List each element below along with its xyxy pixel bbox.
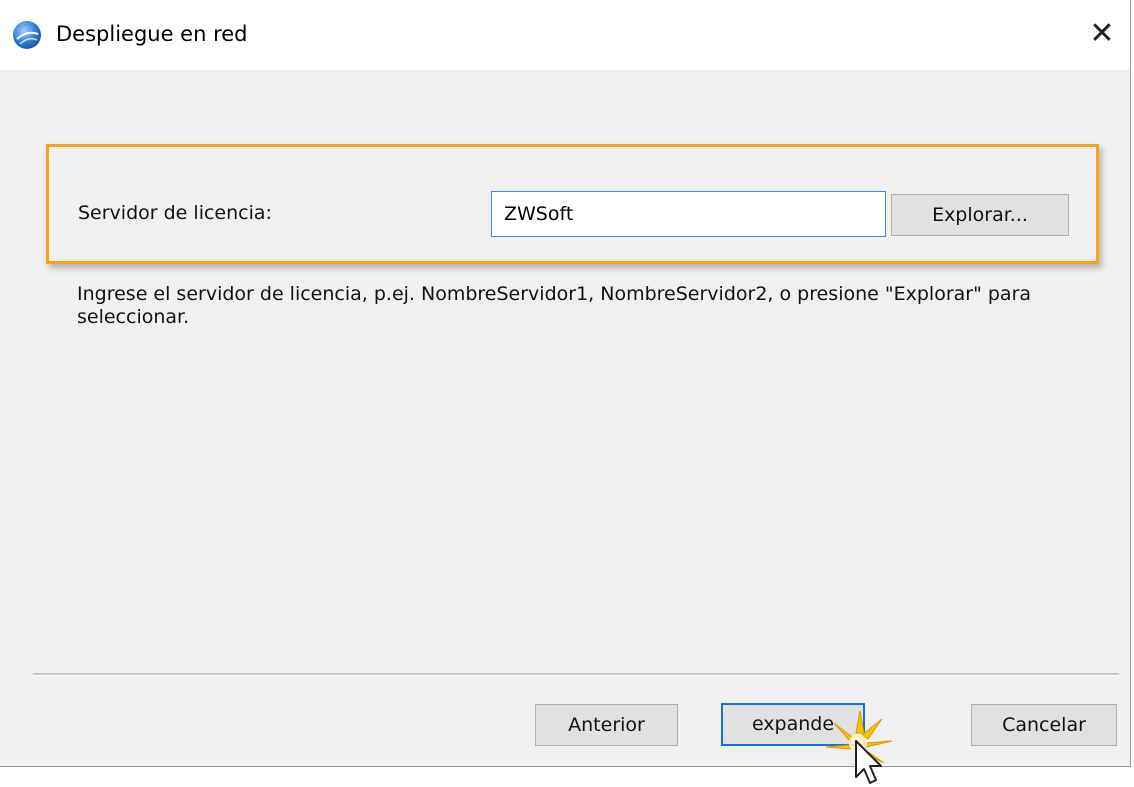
- close-icon[interactable]: ✕: [1084, 17, 1120, 53]
- license-server-input[interactable]: [491, 191, 886, 237]
- dialog-window: Despliegue en red ✕ Servidor de licencia…: [0, 0, 1131, 767]
- hint-text: Ingrese el servidor de licencia, p.ej. N…: [77, 283, 1032, 328]
- separator: [33, 673, 1119, 676]
- window-title: Despliegue en red: [56, 22, 248, 46]
- browse-button[interactable]: Explorar...: [891, 194, 1069, 236]
- license-server-label: Servidor de licencia:: [78, 202, 272, 224]
- globe-icon: [13, 21, 41, 49]
- next-button[interactable]: expande: [721, 703, 865, 746]
- cancel-button[interactable]: Cancelar: [971, 704, 1117, 746]
- title-bar: Despliegue en red ✕: [0, 0, 1130, 70]
- previous-button[interactable]: Anterior: [535, 704, 678, 746]
